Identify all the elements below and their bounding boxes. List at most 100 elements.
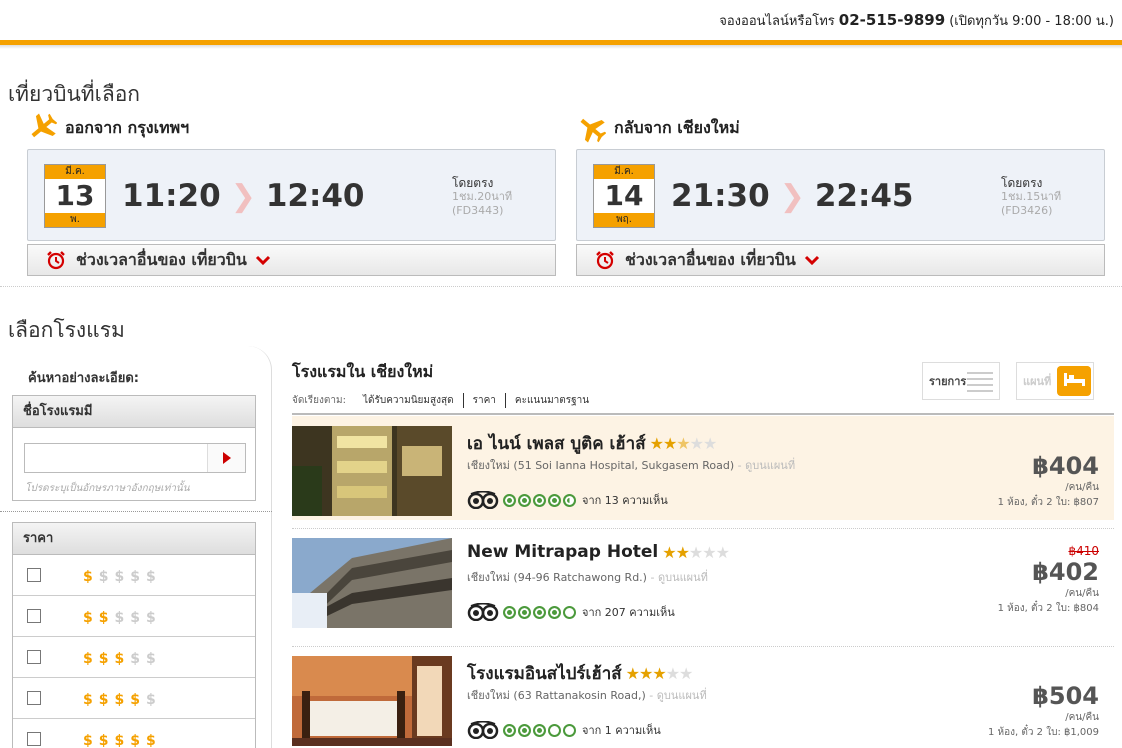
dollar-sign-icon: $ [130, 609, 140, 626]
hotel-address: เชียงใหม่ (94-96 Ratchawong Rd.) - ดูบนแ… [467, 568, 708, 586]
price-filter-options: $ $ $ $ $ $ $ $ $ $ $ $ $ $ $ $ $ $ $ $ $ $ $ $ $ [13, 555, 255, 748]
hotel-photo[interactable] [292, 426, 452, 516]
price-level-indicator: $ $ $ $ $ [83, 566, 162, 585]
inbound-flight: กลับจาก เชียงใหม่ มี.ค. 14 พฤ. 21:30 ❯ 2… [576, 112, 1105, 276]
hotel-card[interactable]: New Mitrapap Hotel ★★★★★ เชียงใหม่ (94-9… [292, 528, 1114, 632]
outbound-flight-card: มี.ค. 13 พ. 11:20 ❯ 12:40 โดยตรง 1ชม.20น… [27, 149, 556, 241]
tripadvisor-owl-icon [467, 491, 499, 509]
inbound-direct: โดยตรง [1001, 176, 1043, 190]
sort-popularity[interactable]: ได้รับความนิยมสูงสุด [354, 392, 464, 408]
inbound-duration: 1ชม.15นาที [1001, 190, 1062, 203]
dollar-sign-icon: $ [114, 609, 125, 626]
inbound-other-times-button[interactable]: ช่วงเวลาอื่นของ เที่ยวบิน [576, 244, 1105, 276]
tripadvisor-rating: จาก 13 ความเห็น [467, 491, 668, 509]
tripadvisor-rating: จาก 207 ความเห็น [467, 603, 675, 621]
dollar-sign-icon: $ [98, 609, 109, 626]
outbound-flight-info: โดยตรง 1ชม.20นาที (FD3443) [452, 176, 512, 218]
dollar-sign-icon: $ [83, 650, 93, 667]
dollar-sign-icon: $ [98, 691, 109, 708]
review-count[interactable]: จาก 1 ความเห็น [582, 721, 661, 739]
list-view-button[interactable]: รายการ [922, 362, 1000, 400]
hotel-name-text[interactable]: เอ ไนน์ เพลส บูติค เฮ้าส์ [467, 430, 646, 457]
top-bar: จองออนไลน์หรือโทร 02-515-9899 (เปิดทุกวั… [0, 0, 1122, 40]
dollar-sign-icon: $ [130, 691, 140, 708]
price-level-option[interactable]: $ $ $ $ $ [13, 596, 255, 637]
hotel-name-input[interactable] [25, 444, 207, 472]
price-checkbox[interactable] [27, 732, 41, 746]
dollar-sign-icon: $ [130, 732, 140, 748]
sort-label: จัดเรียงตาม: [292, 394, 346, 406]
dollar-sign-icon: $ [98, 650, 109, 667]
hotel-name-search-button[interactable] [207, 444, 245, 472]
bed-icon [1057, 366, 1091, 396]
price-total: 1 ห้อง, ตั๋ว 2 ใบ: ฿804 [997, 603, 1099, 614]
dollar-sign-icon: $ [114, 650, 125, 667]
price-level-indicator: $ $ $ $ $ [83, 689, 162, 708]
hotel-address-text: เชียงใหม่ (94-96 Ratchawong Rd.) [467, 571, 647, 584]
hotel-card[interactable]: โรงแรมอินสไปร์เฮ้าส์ ★★★★★ เชียงใหม่ (63… [292, 646, 1114, 748]
outbound-direct: โดยตรง [452, 176, 494, 190]
hotel-name-text[interactable]: New Mitrapap Hotel [467, 542, 658, 562]
filter-sidebar: ค้นหาอย่างละเอียด: ชื่อโรงแรมมี โปรดระบุ… [0, 346, 272, 748]
price-unit: /คน/คืน [1065, 482, 1099, 493]
opening-hours: (เปิดทุกวัน 9:00 - 18:00 น.) [949, 13, 1114, 29]
phone-number[interactable]: 02-515-9899 [839, 11, 945, 29]
dollar-sign-icon: $ [83, 609, 93, 626]
tripadvisor-owl-icon [467, 721, 499, 739]
view-on-map-link[interactable]: - ดูบนแผนที่ [649, 689, 706, 702]
booking-text: จองออนไลน์หรือโทร [719, 13, 835, 29]
star-rating: ★★★★★ [649, 434, 718, 453]
map-view-button[interactable]: แผนที่ [1016, 362, 1094, 400]
outbound-depart-time: 11:20 [122, 178, 221, 214]
price-level-option[interactable]: $ $ $ $ $ [13, 719, 255, 748]
section-divider [0, 286, 1122, 287]
inbound-month: มี.ค. [594, 165, 654, 179]
price-box: ฿410 ฿402 /คน/คืน 1 ห้อง, ตั๋ว 2 ใบ: ฿80… [998, 544, 1099, 616]
hotel-photo[interactable] [292, 538, 452, 628]
price-total: 1 ห้อง, ตั๋ว 2 ใบ: ฿807 [997, 497, 1099, 508]
hotel-price: ฿402 [1032, 558, 1099, 586]
price-unit: /คน/คืน [1065, 712, 1099, 723]
hotel-photo[interactable] [292, 656, 452, 746]
star-rating: ★★★★★ [662, 542, 730, 562]
hotel-name-text[interactable]: โรงแรมอินสไปร์เฮ้าส์ [467, 660, 622, 687]
price-level-option[interactable]: $ $ $ $ $ [13, 637, 255, 678]
play-arrow-icon [222, 452, 231, 464]
inbound-flight-info: โดยตรง 1ชม.15นาที (FD3426) [1001, 176, 1061, 218]
outbound-day: 13 [55, 179, 95, 212]
dollar-sign-icon: $ [146, 568, 156, 585]
dollar-sign-icon: $ [83, 691, 93, 708]
sort-rating[interactable]: คะแนนมาตรฐาน [506, 393, 598, 408]
inbound-weekday: พฤ. [594, 213, 654, 227]
header-shadow [0, 45, 1122, 49]
hotel-name-filter: ชื่อโรงแรมมี โปรดระบุเป็นอักษรภาษาอังกฤษ… [12, 395, 256, 501]
price-level-indicator: $ $ $ $ $ [83, 730, 162, 748]
outbound-date-calendar: มี.ค. 13 พ. [44, 164, 106, 228]
view-on-map-link[interactable]: - ดูบนแผนที่ [738, 459, 795, 472]
list-icon [967, 372, 993, 396]
hotel-card[interactable]: เอ ไนน์ เพลส บูติค เฮ้าส์ ★★★★★ เชียงใหม… [292, 416, 1114, 520]
price-checkbox[interactable] [27, 609, 41, 623]
hotel-name-hint: โปรดระบุเป็นอักษรภาษาอังกฤษเท่านั้น [25, 483, 190, 494]
outbound-header: ออกจาก กรุงเทพฯ [27, 112, 556, 144]
price-box: ฿404 /คน/คืน 1 ห้อง, ตั๋ว 2 ใบ: ฿807 [998, 452, 1099, 510]
price-level-option[interactable]: $ $ $ $ $ [13, 555, 255, 596]
price-checkbox[interactable] [27, 568, 41, 582]
view-toggle: รายการ แผนที่ [906, 362, 1094, 400]
filter-separator [0, 511, 272, 512]
hotel-name[interactable]: เอ ไนน์ เพลส บูติค เฮ้าส์ ★★★★★ [467, 430, 718, 457]
dollar-sign-icon: $ [83, 568, 93, 585]
sort-price[interactable]: ราคา [464, 392, 506, 408]
outbound-month: มี.ค. [45, 165, 105, 179]
price-checkbox[interactable] [27, 691, 41, 705]
view-on-map-link[interactable]: - ดูบนแผนที่ [650, 571, 707, 584]
outbound-other-times-label: ช่วงเวลาอื่นของ เที่ยวบิน [76, 249, 247, 269]
hotel-name[interactable]: โรงแรมอินสไปร์เฮ้าส์ ★★★★★ [467, 660, 693, 687]
review-count[interactable]: จาก 13 ความเห็น [582, 491, 668, 509]
price-checkbox[interactable] [27, 650, 41, 664]
review-count[interactable]: จาก 207 ความเห็น [582, 603, 675, 621]
hotel-name[interactable]: New Mitrapap Hotel ★★★★★ [467, 542, 730, 562]
price-level-option[interactable]: $ $ $ $ $ [13, 678, 255, 719]
outbound-other-times-button[interactable]: ช่วงเวลาอื่นของ เที่ยวบิน [27, 244, 556, 276]
original-price: ฿410 [1068, 544, 1099, 558]
